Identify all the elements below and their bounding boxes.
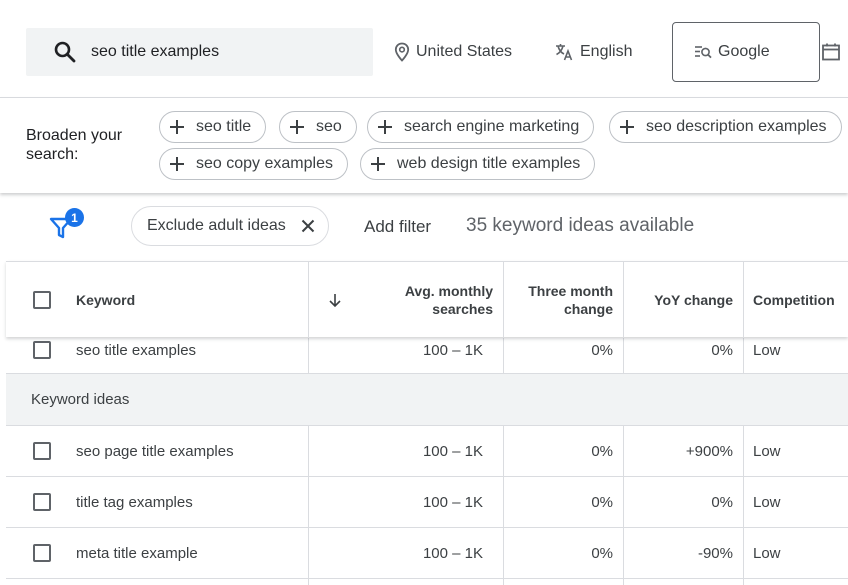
plus-icon [371,157,385,171]
active-filter-label: Exclude adult ideas [147,217,286,234]
table-row: meta title example 100 – 1K 0% -90% Low [6,528,848,579]
broaden-chip-label: seo title [196,118,252,135]
language-label: English [580,43,633,60]
table-row [6,579,848,585]
competition-cell: Low [753,442,781,460]
sort-descending-icon[interactable] [327,292,343,308]
targeting-bar: United States English Google [0,0,848,98]
location-label: United States [416,43,513,60]
keyword-column-header[interactable]: Keyword [6,262,309,338]
avg-monthly-header-line-1: Avg. monthly [404,283,493,299]
three-month-cell: 0% [591,442,613,460]
row-checkbox[interactable] [33,493,51,511]
table-header: Keyword Avg. monthly searches Three mont… [6,261,848,338]
three-month-header-line-1: Three month [528,283,613,299]
broaden-chip[interactable]: seo copy examples [159,148,348,180]
avg-monthly-column-header[interactable]: Avg. monthly searches [309,262,504,338]
keyword-cell: meta title example [76,544,198,562]
three-month-cell: 0% [591,544,613,562]
competition-header-label: Competition [753,292,835,308]
broaden-chip[interactable]: web design title examples [360,148,596,180]
broaden-chip[interactable]: seo [279,111,357,143]
plus-icon [290,120,304,134]
broaden-chip[interactable]: seo description examples [609,111,842,143]
competition-column-header[interactable]: Competition [744,262,848,338]
broaden-chip-label: seo description examples [646,118,827,135]
search-icon [54,41,76,63]
plus-icon [170,120,184,134]
language-selector[interactable]: English [554,41,632,63]
row-checkbox-cell[interactable] [33,426,51,476]
table-row: seo page title examples 100 – 1K 0% +900… [6,426,848,477]
broaden-chip-label: seo [316,118,342,135]
row-checkbox-cell[interactable] [33,477,51,527]
broaden-chip-label: seo copy examples [196,155,333,172]
yoy-header-label: YoY change [654,292,733,308]
ideas-count: 35 keyword ideas available [466,215,695,236]
row-checkbox-cell[interactable] [33,528,51,578]
yoy-column-header[interactable]: YoY change [624,262,744,338]
search-network-icon [695,46,712,59]
competition-cell: Low [753,544,781,562]
broaden-label-line-2: search: [26,146,79,163]
broaden-chip-label: search engine marketing [404,118,580,135]
broaden-chip-label: web design title examples [397,155,581,172]
network-label: Google [718,43,770,60]
broaden-label-line-1: Broaden your [26,127,123,144]
section-header: Keyword ideas [6,374,848,426]
keyword-header-label: Keyword [76,292,136,308]
table-row: title tag examples 100 – 1K 0% 0% Low [6,477,848,528]
translate-icon [556,44,573,61]
location-selector[interactable]: United States [394,41,512,63]
calendar-icon[interactable] [821,42,841,62]
search-box[interactable] [26,28,373,76]
keyword-table: seo title examples 100 – 1K 0% 0% Low Ke… [6,261,848,585]
avg-searches-cell: 100 – 1K [422,442,483,460]
competition-cell: Low [753,493,781,511]
plus-icon [378,120,392,134]
section-label: Keyword ideas [31,391,130,408]
broaden-label: Broaden your search: [26,126,146,164]
yoy-cell: -90% [697,544,733,562]
add-filter-button[interactable]: Add filter [364,217,431,237]
avg-monthly-header-line-2: searches [432,301,493,317]
close-icon[interactable] [300,218,316,234]
filter-count-badge: 1 [65,208,84,227]
broaden-search-panel: Broaden your search: seo title seo searc… [0,98,848,193]
row-checkbox[interactable] [33,442,51,460]
search-input[interactable] [91,43,341,61]
three-month-cell: 0% [591,493,613,511]
avg-searches-cell: 100 – 1K [422,544,483,562]
keyword-cell: seo page title examples [76,442,234,460]
filter-bar: 1 Exclude adult ideas Add filter 35 keyw… [0,193,848,261]
active-filter-chip[interactable]: Exclude adult ideas [131,206,329,246]
plus-icon [170,157,184,171]
plus-icon [620,120,634,134]
select-all-checkbox[interactable] [33,291,51,309]
three-month-header-line-2: change [563,301,613,317]
yoy-cell: 0% [711,493,733,511]
location-pin-icon [394,42,410,62]
network-selector[interactable]: Google [672,22,820,82]
broaden-chip[interactable]: seo title [159,111,267,143]
avg-searches-cell: 100 – 1K [422,493,483,511]
filter-button[interactable]: 1 [49,208,85,239]
keyword-cell: title tag examples [76,493,193,511]
three-month-column-header[interactable]: Three month change [504,262,624,338]
broaden-chip[interactable]: search engine marketing [367,111,595,143]
select-all-checkbox-cell[interactable] [33,291,51,309]
row-checkbox[interactable] [33,341,51,359]
yoy-cell: +900% [685,442,733,460]
row-checkbox[interactable] [33,544,51,562]
